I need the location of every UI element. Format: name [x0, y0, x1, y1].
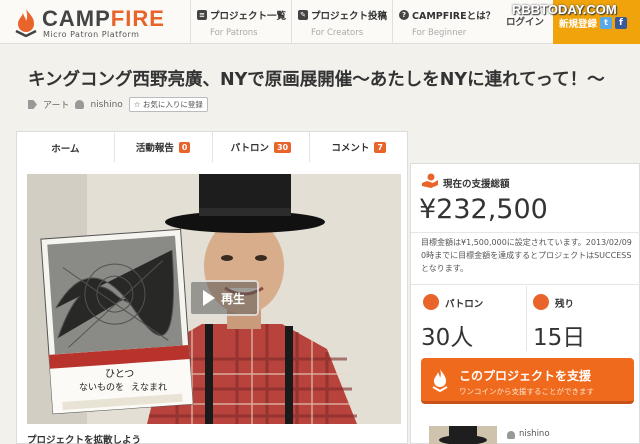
project-sidebar: 現在の支援総額 ¥232,500 目標金額は¥1,500,000に設定されていま… — [410, 163, 640, 444]
nav-project-list[interactable]: ≡ プロジェクト一覧 For Patrons — [190, 0, 290, 44]
spread-heading: プロジェクトを拡散しよう — [27, 435, 142, 444]
tab-patrons[interactable]: パトロン 30 — [213, 132, 311, 162]
project-title: キングコング西野亮廣、NYで原画展開催～あたしをNYに連れてって！～ — [28, 70, 605, 90]
facebook-icon[interactable]: f — [615, 17, 627, 29]
nav-about-label: CAMPFIREとは？ — [412, 11, 496, 22]
nav-project-list-label: プロジェクト一覧 — [210, 11, 287, 22]
tab-home-label: ホーム — [51, 144, 80, 155]
tag-icon — [28, 100, 37, 109]
patron-icon — [423, 294, 439, 310]
user-icon — [507, 431, 515, 439]
tab-comments-badge: 7 — [374, 141, 386, 153]
goal-text: 目標金額は¥1,500,000に設定されています。2013/02/09 0時まで… — [421, 238, 632, 273]
campfire-flame-icon — [15, 9, 37, 37]
remaining-label: 残り — [555, 299, 575, 310]
divider — [411, 284, 640, 285]
nav-project-post-sub: For Creators — [311, 28, 364, 38]
tab-reports-badge: 0 — [178, 141, 191, 153]
funds-label: 現在の支援総額 — [443, 179, 510, 190]
funds-value: ¥232,500 — [419, 194, 548, 225]
project-video[interactable]: ひとつ ないものを えなまれ 再生 — [27, 174, 401, 424]
nav-project-post-label: プロジェクト投稿 — [311, 11, 388, 22]
nav-about[interactable]: ? CAMPFIREとは？ For Beginner — [392, 0, 500, 44]
book-cover-text-2: ないものを — [79, 382, 124, 393]
tab-comments[interactable]: コメント 7 — [310, 132, 407, 162]
help-icon: ? — [399, 10, 409, 20]
play-label: 再生 — [220, 291, 245, 306]
list-icon: ≡ — [197, 10, 207, 20]
support-sub: ワンコインから支援することができます — [459, 387, 594, 396]
divider — [411, 232, 640, 233]
tab-reports[interactable]: 活動報告 0 — [115, 132, 213, 162]
tab-comments-label: コメント — [331, 143, 370, 154]
support-label: このプロジェクトを支援 — [459, 369, 592, 383]
tab-patrons-label: パトロン — [230, 143, 269, 154]
owner-link[interactable]: nishino — [90, 100, 122, 110]
nav-project-post[interactable]: ✎ プロジェクト投稿 For Creators — [291, 0, 391, 44]
book-cover-text-1: ひとつ — [105, 368, 134, 380]
play-icon — [202, 290, 215, 306]
owner-name[interactable]: nishino — [519, 429, 550, 439]
favorite-button[interactable]: ☆ お気に入りに登録 — [128, 97, 208, 112]
tab-home[interactable]: ホーム — [17, 132, 115, 162]
project-meta: アート nishino ☆ お気に入りに登録 — [28, 97, 208, 112]
campfire-logo[interactable]: CAMPFIRE Micro Patron Platform — [12, 5, 187, 41]
watermark: RBBTODAY.COM — [512, 2, 617, 17]
patrons-value: 30人 — [421, 325, 474, 351]
site-header: CAMPFIRE Micro Patron Platform ≡ プロジェクト一覧… — [0, 0, 640, 44]
remaining-value: 15日 — [533, 325, 586, 351]
nav-project-list-sub: For Patrons — [210, 28, 258, 38]
patrons-label: パトロン — [445, 299, 484, 310]
logo-tagline: Micro Patron Platform — [43, 30, 140, 39]
category-link[interactable]: アート — [43, 98, 69, 111]
owner-avatar[interactable] — [429, 426, 497, 444]
user-icon — [75, 100, 85, 109]
twitter-icon[interactable]: t — [600, 17, 612, 29]
main-content: ひとつ ないものを えなまれ 再生 プロジェクトを拡散しよう — [16, 162, 408, 444]
support-button[interactable]: このプロジェクトを支援 ワンコインから支援することができます — [421, 358, 634, 404]
project-tabs: ホーム 活動報告 0 パトロン 30 コメント 7 — [16, 131, 408, 163]
play-button[interactable]: 再生 — [189, 280, 259, 316]
book-cover-text-3: えなまれ — [131, 382, 167, 393]
divider — [526, 286, 527, 351]
nav-about-sub: For Beginner — [412, 28, 467, 38]
flame-icon — [432, 369, 448, 392]
post-icon: ✎ — [298, 10, 308, 20]
clock-icon — [533, 294, 549, 310]
money-hand-icon — [422, 173, 438, 188]
tab-reports-label: 活動報告 — [135, 143, 174, 154]
logo-wordmark: CAMPFIRE — [42, 6, 165, 31]
register-label: 新規登録 — [559, 19, 598, 30]
tab-patrons-badge: 30 — [273, 141, 292, 153]
